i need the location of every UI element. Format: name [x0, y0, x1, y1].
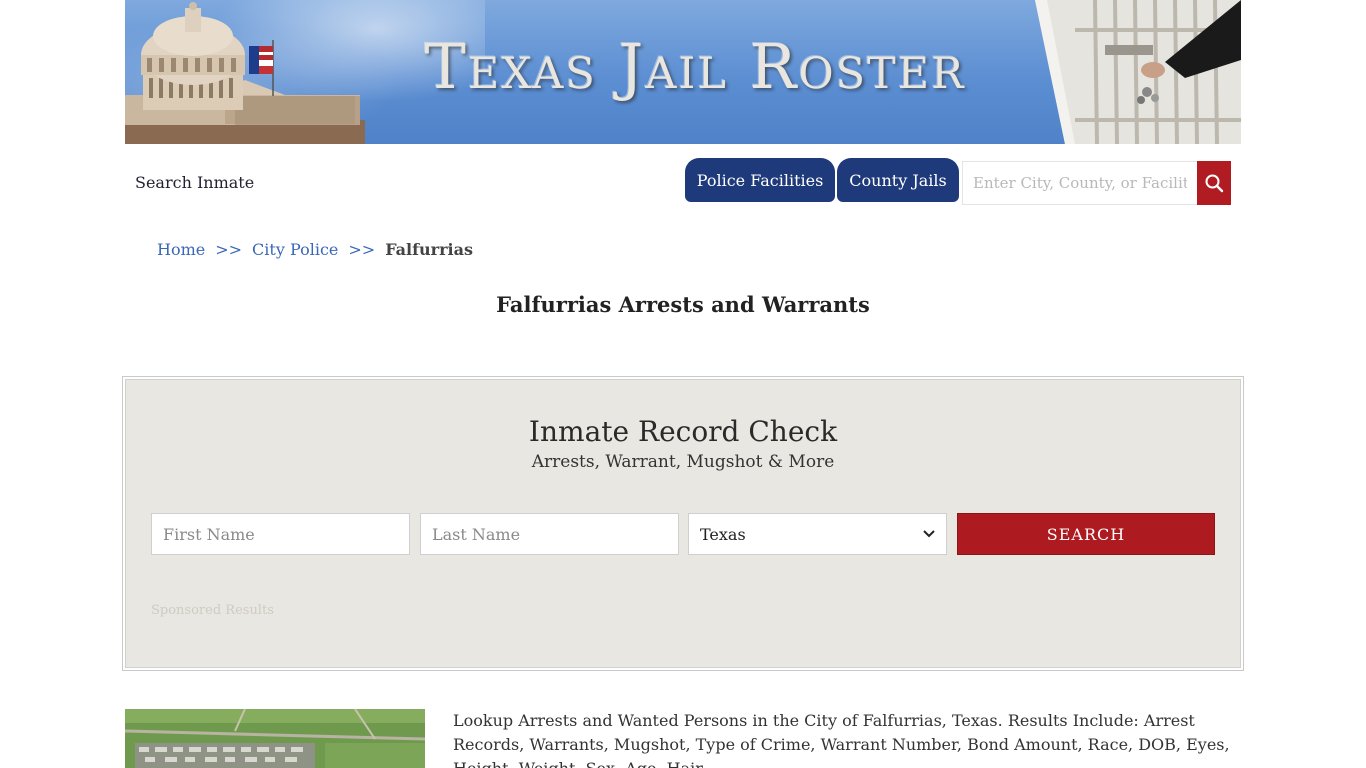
tab-police-facilities[interactable]: Police Facilities [685, 158, 835, 202]
site-search-button[interactable] [1197, 161, 1231, 205]
breadcrumb-current: Falfurrias [385, 240, 473, 259]
breadcrumb: Home >> City Police >> Falfurrias [157, 240, 473, 259]
page-title: Falfurrias Arrests and Warrants [496, 292, 870, 317]
page-description: Lookup Arrests and Wanted Persons in the… [453, 711, 1230, 768]
record-check-title: Inmate Record Check [528, 415, 838, 448]
last-name-input[interactable] [420, 513, 679, 555]
falfurrias-aerial-image [125, 709, 425, 768]
breadcrumb-separator: >> [215, 240, 243, 259]
capitol-building-image [125, 2, 365, 144]
inmate-record-check-panel: Inmate Record Check Arrests, Warrant, Mu… [122, 376, 1244, 671]
search-icon [1205, 174, 1224, 193]
search-inmate-link[interactable]: Search Inmate [135, 173, 254, 192]
breadcrumb-city-police[interactable]: City Police [252, 240, 338, 259]
state-select-value: Texas [700, 524, 746, 544]
site-banner[interactable]: Texas Jail Roster [125, 0, 1241, 144]
tab-county-jails[interactable]: County Jails [837, 158, 959, 202]
breadcrumb-home[interactable]: Home [157, 240, 205, 259]
chevron-down-icon [923, 530, 935, 538]
record-search-button[interactable]: SEARCH [957, 513, 1215, 555]
banner-title: Texas Jail Roster [424, 30, 966, 103]
record-check-subtitle: Arrests, Warrant, Mugshot & More [531, 452, 835, 472]
breadcrumb-separator: >> [348, 240, 376, 259]
site-search-input[interactable] [962, 161, 1198, 205]
first-name-input[interactable] [151, 513, 410, 555]
jail-cell-door-image [1035, 0, 1241, 144]
sponsored-results-label: Sponsored Results [151, 603, 274, 618]
state-select[interactable]: Texas [688, 513, 947, 555]
